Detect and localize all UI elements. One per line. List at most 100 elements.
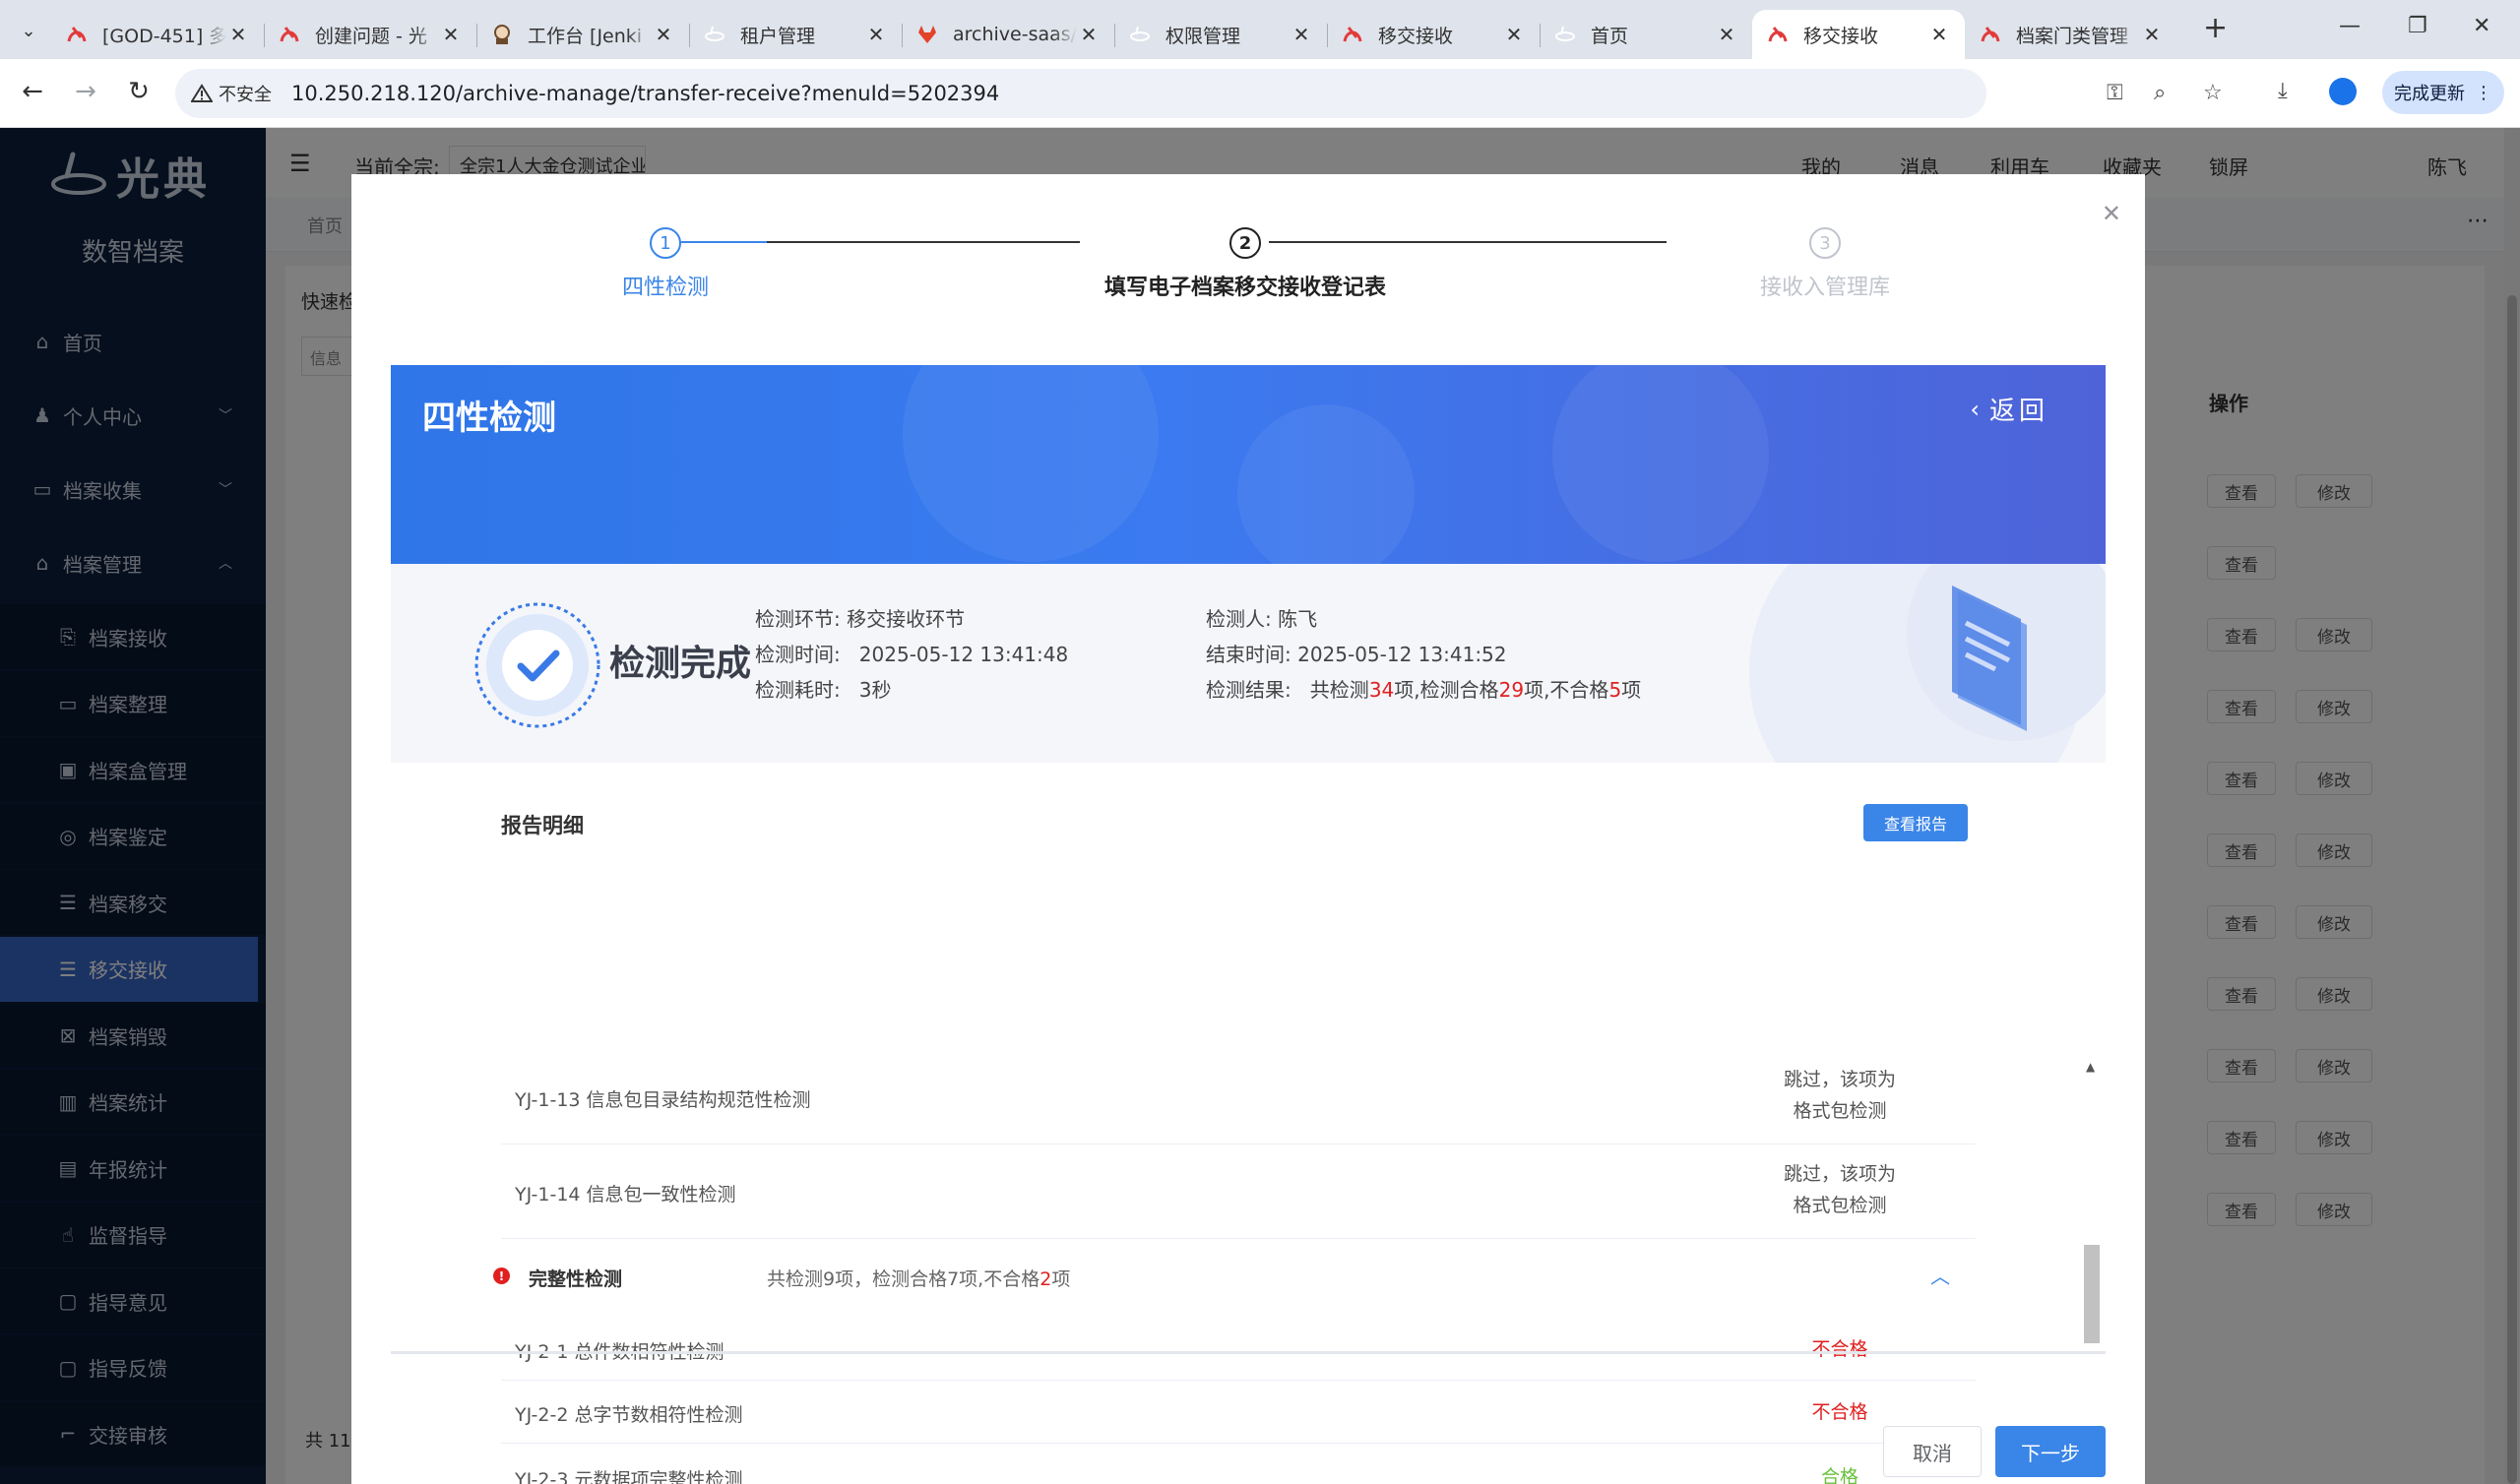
banner-decoration bbox=[1552, 365, 1769, 562]
tab-close-icon[interactable]: ✕ bbox=[439, 23, 463, 46]
browser-tab[interactable]: 工作台 [Jenki ✕ bbox=[476, 10, 689, 59]
check-complete-icon bbox=[474, 602, 600, 728]
detail-scrollbar[interactable]: ▲ ▼ bbox=[2082, 1060, 2102, 1484]
tab-close-icon[interactable]: ✕ bbox=[1502, 23, 1526, 46]
browser-tab[interactable]: [GOD-451] 多 ✕ bbox=[51, 10, 264, 59]
steps: 1 四性检测 2 填写电子档案移交接收登记表 3 接收入管理库 bbox=[351, 174, 2145, 312]
group-failed-count: 2 bbox=[1040, 1268, 1052, 1290]
browser-tab-strip: ⌄ [GOD-451] 多 ✕ 创建问题 - 光 ✕ 工作台 [Jenki ✕ 租户管理 ✕ a… bbox=[0, 0, 2520, 59]
info-start-time: 检测时间: 2025-05-12 13:41:48 bbox=[755, 643, 1069, 666]
update-button[interactable]: 完成更新 ⋮ bbox=[2382, 71, 2504, 114]
browser-tab[interactable]: 移交接收 ✕ bbox=[1752, 10, 1965, 59]
item-name: YJ-2-3 元数据项完整性检测 bbox=[515, 1469, 743, 1484]
detail-scrollbar-thumb[interactable] bbox=[2084, 1245, 2100, 1343]
download-icon[interactable]: ⤓ bbox=[2278, 79, 2288, 103]
browser-tab[interactable]: 创建问题 - 光 ✕ bbox=[264, 10, 476, 59]
tab-close-icon[interactable]: ✕ bbox=[1077, 23, 1101, 46]
jira-icon bbox=[278, 23, 301, 46]
detection-banner: 四性检测 ‹ 返回 bbox=[391, 365, 2106, 564]
step-3-circle: 3 bbox=[1809, 227, 1841, 259]
tab-title: 租户管理 bbox=[740, 25, 816, 47]
result-label: 检测完成 bbox=[609, 644, 752, 684]
zoom-icon[interactable]: ⌕ bbox=[2154, 81, 2166, 105]
step-3-title: 接收入管理库 bbox=[1759, 276, 1890, 300]
browser-tab[interactable]: 权限管理 ✕ bbox=[1114, 10, 1327, 59]
browser-tab[interactable]: 租户管理 ✕ bbox=[689, 10, 902, 59]
status-line: 格式包检测 bbox=[1793, 1100, 1887, 1122]
omnibox[interactable]: 不安全 10.250.218.120/archive-manage/transf… bbox=[175, 69, 2166, 118]
restore-icon[interactable]: ❐ bbox=[2408, 14, 2427, 38]
info-inspector: 检测人: 陈飞 bbox=[1206, 607, 1318, 631]
step-1-title: 四性检测 bbox=[621, 276, 709, 300]
browser-tab[interactable]: 移交接收 ✕ bbox=[1327, 10, 1540, 59]
tab-close-icon[interactable]: ✕ bbox=[1290, 23, 1313, 46]
list-item: YJ-1-14 信息包一致性检测 跳过，该项为 格式包检测 bbox=[501, 1144, 1976, 1239]
tab-title: [GOD-451] 多 bbox=[102, 25, 226, 47]
app-icon bbox=[1128, 23, 1152, 46]
tab-close-icon[interactable]: ✕ bbox=[1927, 23, 1951, 46]
forward-arrow-icon[interactable]: → bbox=[69, 77, 102, 106]
window-close-icon[interactable]: ✕ bbox=[2473, 14, 2490, 38]
list-item: YJ-2-3 元数据项完整性检测 合格 bbox=[501, 1444, 1976, 1484]
warning-triangle-icon bbox=[191, 84, 213, 102]
tab-close-icon[interactable]: ✕ bbox=[2140, 23, 2164, 46]
security-label: 不安全 bbox=[219, 85, 272, 105]
detection-detail-list: YJ-1-13 信息包目录结构规范性检测 跳过，该项为 格式包检测 YJ-1-14… bbox=[391, 883, 2106, 1484]
tab-close-icon[interactable]: ✕ bbox=[652, 23, 675, 46]
tab-title: 档案门类管理 bbox=[2016, 25, 2129, 47]
banner-decoration bbox=[1237, 404, 1415, 564]
group-name: 完整性检测 bbox=[529, 1268, 623, 1290]
cancel-button[interactable]: 取消 bbox=[1883, 1426, 1982, 1477]
tab-close-icon[interactable]: ✕ bbox=[864, 23, 888, 46]
password-key-icon[interactable]: ⚿ bbox=[2107, 81, 2123, 105]
tab-close-icon[interactable]: ✕ bbox=[1715, 23, 1738, 46]
step-2-circle: 2 bbox=[1229, 227, 1261, 259]
result-prefix: 检测结果: 共检测 bbox=[1206, 678, 1369, 702]
chevron-up-icon[interactable]: ︿ bbox=[1930, 1261, 1950, 1289]
item-status: 跳过，该项为 格式包检测 bbox=[1771, 1064, 1909, 1127]
group-header-completeness[interactable]: ! 完整性检测 共检测9项，检测合格7项,不合格2项 ︿ bbox=[491, 1239, 1976, 1318]
browser-tab[interactable]: 档案门类管理 ✕ bbox=[1965, 10, 2177, 59]
view-report-button[interactable]: 查看报告 bbox=[1863, 804, 1968, 841]
tab-search-chevron-icon[interactable]: ⌄ bbox=[12, 14, 45, 47]
bookmark-star-icon[interactable]: ☆ bbox=[2203, 81, 2223, 105]
step-1-circle: 1 bbox=[650, 227, 681, 259]
step-2-title: 填写电子档案移交接收登记表 bbox=[1103, 276, 1386, 300]
info-stage: 检测环节: 移交接收环节 bbox=[755, 607, 966, 631]
item-name: YJ-1-14 信息包一致性检测 bbox=[515, 1184, 736, 1206]
jenkins-icon bbox=[490, 23, 514, 46]
group-summary-suffix: 项 bbox=[1051, 1268, 1071, 1290]
reload-icon[interactable]: ↻ bbox=[122, 77, 156, 106]
minimize-icon[interactable]: — bbox=[2339, 14, 2361, 38]
info-duration: 检测耗时: 3秒 bbox=[755, 678, 892, 702]
profile-avatar[interactable] bbox=[2329, 78, 2357, 105]
step-connector-1b bbox=[767, 241, 1080, 243]
list-item: YJ-2-1 总件数相符性检测 不合格 bbox=[501, 1318, 1976, 1381]
browser-tab[interactable]: archive-saas/✕ bbox=[902, 10, 1114, 59]
tab-close-icon[interactable]: ✕ bbox=[226, 23, 250, 46]
list-item: YJ-2-2 总字节数相符性检测 不合格 bbox=[501, 1381, 1976, 1444]
error-icon: ! bbox=[493, 1268, 510, 1284]
item-name: YJ-1-13 信息包目录结构规范性检测 bbox=[515, 1089, 811, 1111]
security-indicator[interactable]: 不安全 bbox=[191, 81, 272, 106]
result-mid1: 项,检测合格 bbox=[1394, 678, 1499, 702]
transfer-receive-dialog: ✕ 1 四性检测 2 填写电子档案移交接收登记表 3 接收入管理库 四性检测 ‹… bbox=[351, 174, 2145, 1484]
tab-title: 首页 bbox=[1591, 25, 1629, 47]
next-step-button[interactable]: 下一步 bbox=[1995, 1426, 2106, 1477]
info-result: 检测结果: 共检测34项,检测合格29项,不合格5项 bbox=[1206, 674, 1641, 703]
browser-tab[interactable]: 首页 ✕ bbox=[1540, 10, 1752, 59]
tab-list: [GOD-451] 多 ✕ 创建问题 - 光 ✕ 工作台 [Jenki ✕ 租户管理 ✕ arc… bbox=[51, 6, 2177, 59]
back-arrow-icon[interactable]: ← bbox=[16, 77, 49, 106]
jira-icon bbox=[1341, 23, 1364, 46]
back-button[interactable]: ‹ 返回 bbox=[1970, 391, 2048, 427]
update-label: 完成更新 bbox=[2394, 84, 2465, 104]
tab-title: archive-saas/ bbox=[953, 24, 1077, 45]
jira-icon bbox=[65, 23, 89, 46]
scroll-up-arrow-icon[interactable]: ▲ bbox=[2086, 1060, 2095, 1074]
url-text[interactable]: 10.250.218.120/archive-manage/transfer-r… bbox=[291, 82, 999, 105]
new-tab-button[interactable]: + bbox=[2203, 14, 2228, 43]
item-name: YJ-2-2 总字节数相符性检测 bbox=[515, 1404, 743, 1426]
tab-title: 创建问题 - 光 bbox=[315, 25, 427, 47]
item-status: 跳过，该项为 格式包检测 bbox=[1771, 1158, 1909, 1221]
document-illustration bbox=[1749, 564, 2106, 763]
